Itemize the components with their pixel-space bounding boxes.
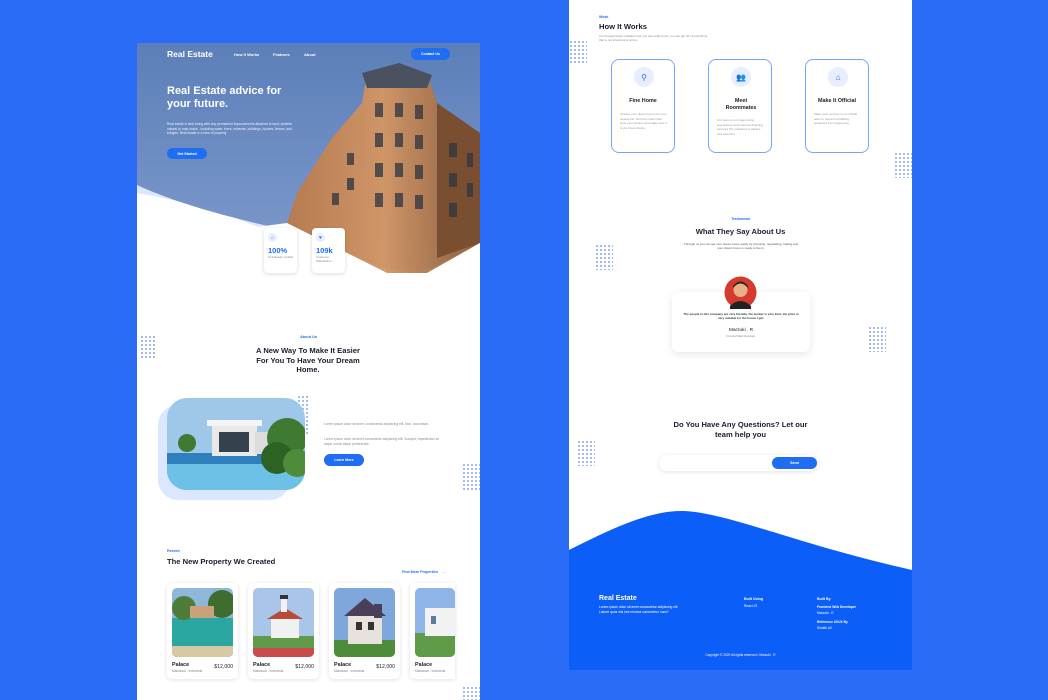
arrow-right-icon: → xyxy=(441,570,446,574)
testimonial-role: Frontend Web Developer xyxy=(726,335,756,338)
property-card[interactable]: Palace Makassar , Indonesia $12,000 xyxy=(248,583,319,679)
about-paragraph-2: Lorem ipsum dolor sit amet consectetur a… xyxy=(324,437,439,446)
footer-description: Lorem ipsum dolor sit amet consectetur a… xyxy=(599,605,679,614)
dots-decoration xyxy=(569,40,587,64)
footer-built-by-title: Built By xyxy=(817,597,831,601)
card-title: Meet Roommates xyxy=(725,98,757,111)
footer-wave xyxy=(569,510,912,670)
stat-value: 100% xyxy=(268,246,288,255)
how-it-works-card: ⚲ Fine Home Choose your dream home from … xyxy=(611,59,675,153)
card-title: Make It Official xyxy=(817,98,857,104)
property-photo xyxy=(172,588,233,657)
card-description: Make sure you buy in our official team t… xyxy=(814,112,857,126)
property-card[interactable]: Palace Makassar , Indonesia $12,000 xyxy=(167,583,238,679)
property-price: $12,000 xyxy=(376,664,395,670)
stat-label: Customer Satisfaction xyxy=(316,255,332,263)
card-description: Choose your dream home from our diverse … xyxy=(620,112,667,130)
link-text: Find More Properties xyxy=(402,570,438,574)
search-icon: ⚲ xyxy=(634,67,654,87)
testimonial-description: Through us you can get your dream home e… xyxy=(683,242,799,251)
property-name: Palace xyxy=(172,662,190,668)
footer-copyright: Copyright © 2020 All rights reserved • M… xyxy=(705,653,776,657)
dots-decoration xyxy=(577,440,595,466)
stat-card-units: ⌂ 100% Unit Ready Livable xyxy=(264,228,297,273)
property-name: Palace xyxy=(415,662,433,668)
recent-tag: Recent xyxy=(167,549,180,553)
footer-built-using-item[interactable]: React JS xyxy=(744,604,757,608)
send-button[interactable]: Send xyxy=(772,457,817,469)
property-photo xyxy=(334,588,395,657)
dots-decoration xyxy=(894,152,912,178)
nav-features[interactable]: Features xyxy=(273,52,290,57)
about-title: A New Way To Make It Easier For You To H… xyxy=(256,346,360,375)
stat-value: 109k xyxy=(316,246,333,255)
property-location: Makassar , Indonesia xyxy=(172,669,203,673)
property-card[interactable]: Palace Makassar , Indonesia $12,000 xyxy=(329,583,400,679)
property-photo xyxy=(415,588,455,657)
footer-built-using-title: Built Using xyxy=(744,597,763,601)
dots-decoration xyxy=(462,686,480,700)
footer-brand[interactable]: Real Estate xyxy=(599,595,637,602)
get-started-button[interactable]: Get Started xyxy=(167,148,207,159)
card-title: Fine Home xyxy=(629,98,657,104)
nav-how-it-works[interactable]: How It Works xyxy=(234,52,259,57)
dots-decoration xyxy=(462,463,480,491)
property-photo xyxy=(253,588,314,657)
nav-about[interactable]: About xyxy=(304,52,316,57)
how-it-works-card: ⌂ Make It Official Make sure you buy in … xyxy=(805,59,869,153)
stat-label: Unit Ready Livable xyxy=(268,255,294,259)
testimonial-title: What They Say About Us xyxy=(695,227,786,236)
footer-reference-name[interactable]: Shakib Ali xyxy=(817,626,831,630)
property-name: Palace xyxy=(334,662,352,668)
how-it-works-card: 👥 Meet Roommates Our team is no longer d… xyxy=(708,59,772,153)
footer-reference-title: Reference UI/UX By xyxy=(817,620,848,624)
avatar xyxy=(724,276,757,309)
about-paragraph-1: Lorem ipsum dolor sit amet, consectetur … xyxy=(324,422,429,426)
hero-background xyxy=(137,43,480,303)
contact-us-button[interactable]: Contact Us xyxy=(411,48,450,60)
footer-built-by-name[interactable]: Marzuki . R xyxy=(817,611,834,615)
stat-card-customers: ♥ 109k Customer Satisfaction xyxy=(312,228,345,273)
work-tag: Work xyxy=(599,15,609,19)
property-price: $12,000 xyxy=(295,664,314,670)
users-icon: 👥 xyxy=(731,67,751,87)
property-location: Makassar , Indonesia xyxy=(334,669,365,673)
dots-decoration xyxy=(595,244,613,270)
questions-title: Do You Have Any Questions? Let our team … xyxy=(673,420,808,439)
landing-page-top: Real Estate How It Works Features About … xyxy=(137,43,480,700)
find-more-properties-link[interactable]: Find More Properties → xyxy=(402,570,446,574)
dots-decoration xyxy=(868,326,886,352)
testimonial-tag: Testimonial xyxy=(731,217,750,221)
about-tag: About Us xyxy=(300,335,317,339)
footer-built-by-role: Frontend Web Developer xyxy=(817,605,856,609)
home-icon: ⌂ xyxy=(268,233,277,242)
heart-icon: ♥ xyxy=(316,233,325,242)
recent-title: The New Property We Created xyxy=(167,557,276,566)
property-name: Palace xyxy=(253,662,271,668)
modern-house-photo xyxy=(167,398,305,490)
brand-logo[interactable]: Real Estate xyxy=(167,49,213,59)
testimonial-quote: The people in this company are very frie… xyxy=(683,312,799,321)
work-description: It is through those mistakes that you ca… xyxy=(599,34,708,43)
landing-page-bottom: Work How It Works It is through those mi… xyxy=(569,0,912,670)
work-title: How It Works xyxy=(599,22,647,31)
house-check-icon: ⌂ xyxy=(828,67,848,87)
learn-more-button[interactable]: Learn More xyxy=(324,454,364,466)
property-location: Makassar , Indonesia xyxy=(415,669,446,673)
property-location: Makassar , Indonesia xyxy=(253,669,284,673)
property-card[interactable]: Palace Makassar , Indonesia xyxy=(410,583,455,679)
testimonial-name: Marzuki . R xyxy=(728,328,754,333)
property-price: $12,000 xyxy=(214,664,233,670)
hero-title: Real Estate advice for your future. xyxy=(167,85,282,110)
hero-description: Real estate is land along with any perma… xyxy=(167,122,293,136)
card-description: Our team is no longer doing preparatory … xyxy=(717,118,763,136)
